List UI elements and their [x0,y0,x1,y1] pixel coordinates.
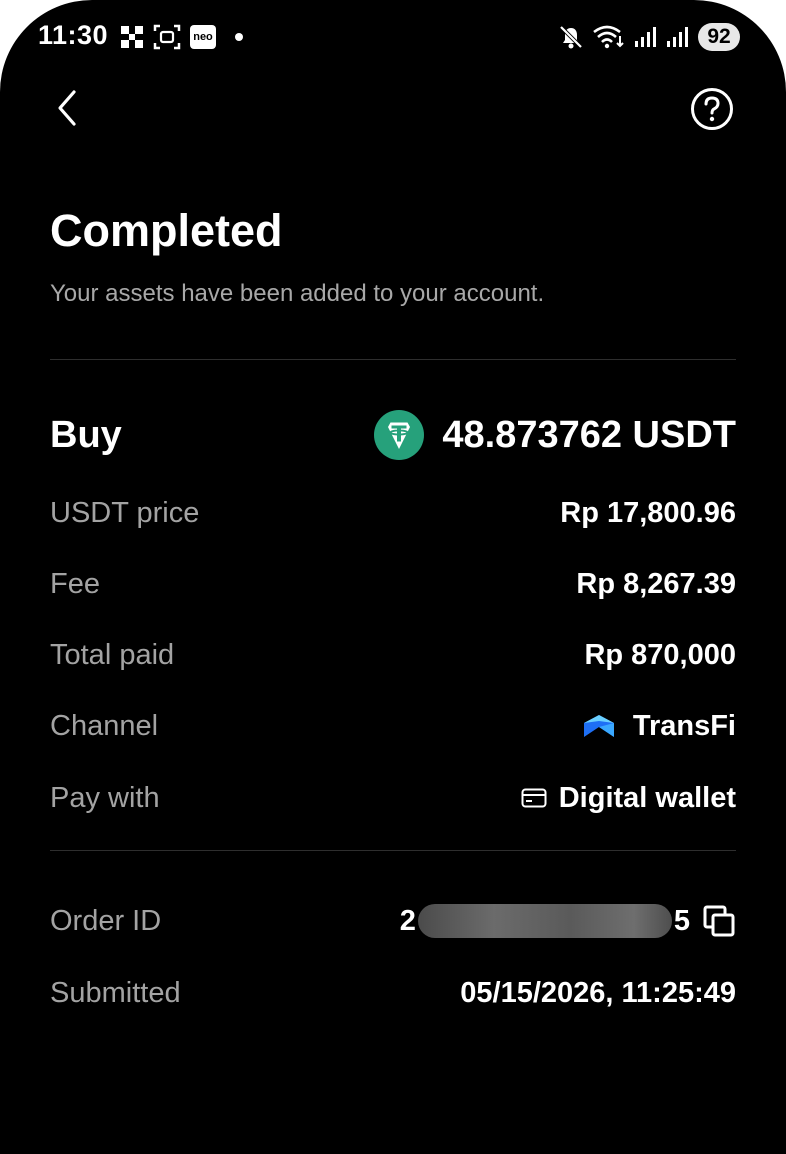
submitted-value: 05/15/2026, 11:25:49 [460,976,736,1009]
screenshot-icon [153,24,181,50]
buy-amount: 48.873762 USDT [442,413,736,456]
fee-label: Fee [50,567,100,600]
order-id-row: Order ID 2 5 [50,896,736,946]
signal-icon [635,27,656,47]
pay-with-label: Pay with [50,781,160,814]
battery-icon: 92 [698,23,740,51]
transfi-logo-icon [583,715,614,737]
channel-value-wrap: TransFi [582,710,736,743]
help-circle-icon[interactable] [689,86,735,132]
total-paid-label: Total paid [50,638,175,671]
phone-screen: 11:30 neo 92 Completed Your assets have … [0,0,786,1154]
usdt-price-label: USDT price [50,496,200,529]
channel-row: Channel TransFi [50,701,736,751]
status-bar: 11:30 neo 92 [0,0,786,76]
order-id-prefix: 2 [399,904,416,937]
page-subtitle: Your assets have been added to your acco… [50,280,545,307]
page-title: Completed [50,205,283,256]
order-id-value: 2 5 [400,904,736,938]
pay-with-value: Digital wallet [558,781,736,814]
pay-with-value-wrap: Digital wallet [521,782,736,815]
order-id-label: Order ID [50,904,162,937]
usdt-price-value: Rp 17,800.96 [560,496,736,529]
signal-icon [667,27,688,47]
buy-label: Buy [50,413,122,456]
buy-amount-wrap: 48.873762 USDT [374,410,736,460]
buy-row: Buy 48.873762 USDT [50,410,736,460]
status-icons-right: 92 [558,23,740,51]
channel-label: Channel [50,709,159,742]
divider [50,359,736,360]
fee-row: Fee Rp 8,267.39 [50,559,736,609]
scan-icon [121,26,143,48]
fee-value: Rp 8,267.39 [576,567,736,600]
status-time: 11:30 [38,20,109,50]
chevron-left-icon[interactable] [52,86,88,130]
pay-with-row: Pay with Digital wallet [50,773,736,823]
notification-dot-icon [235,33,243,41]
status-icons-left: neo [120,24,243,50]
copy-icon[interactable] [702,904,736,938]
wifi-icon [593,25,624,49]
channel-value: TransFi [632,709,736,742]
total-paid-value: Rp 870,000 [584,638,736,671]
submitted-label: Submitted [50,976,181,1009]
usdt-price-row: USDT price Rp 17,800.96 [50,488,736,538]
mute-icon [559,25,583,49]
total-paid-row: Total paid Rp 870,000 [50,630,736,680]
order-id-redaction [417,904,672,938]
divider [50,850,736,851]
submitted-row: Submitted 05/15/2026, 11:25:49 [50,968,736,1018]
order-id-suffix: 5 [673,904,690,937]
card-icon [521,788,547,808]
neo-app-icon: neo [190,25,216,49]
usdt-icon [374,410,425,460]
